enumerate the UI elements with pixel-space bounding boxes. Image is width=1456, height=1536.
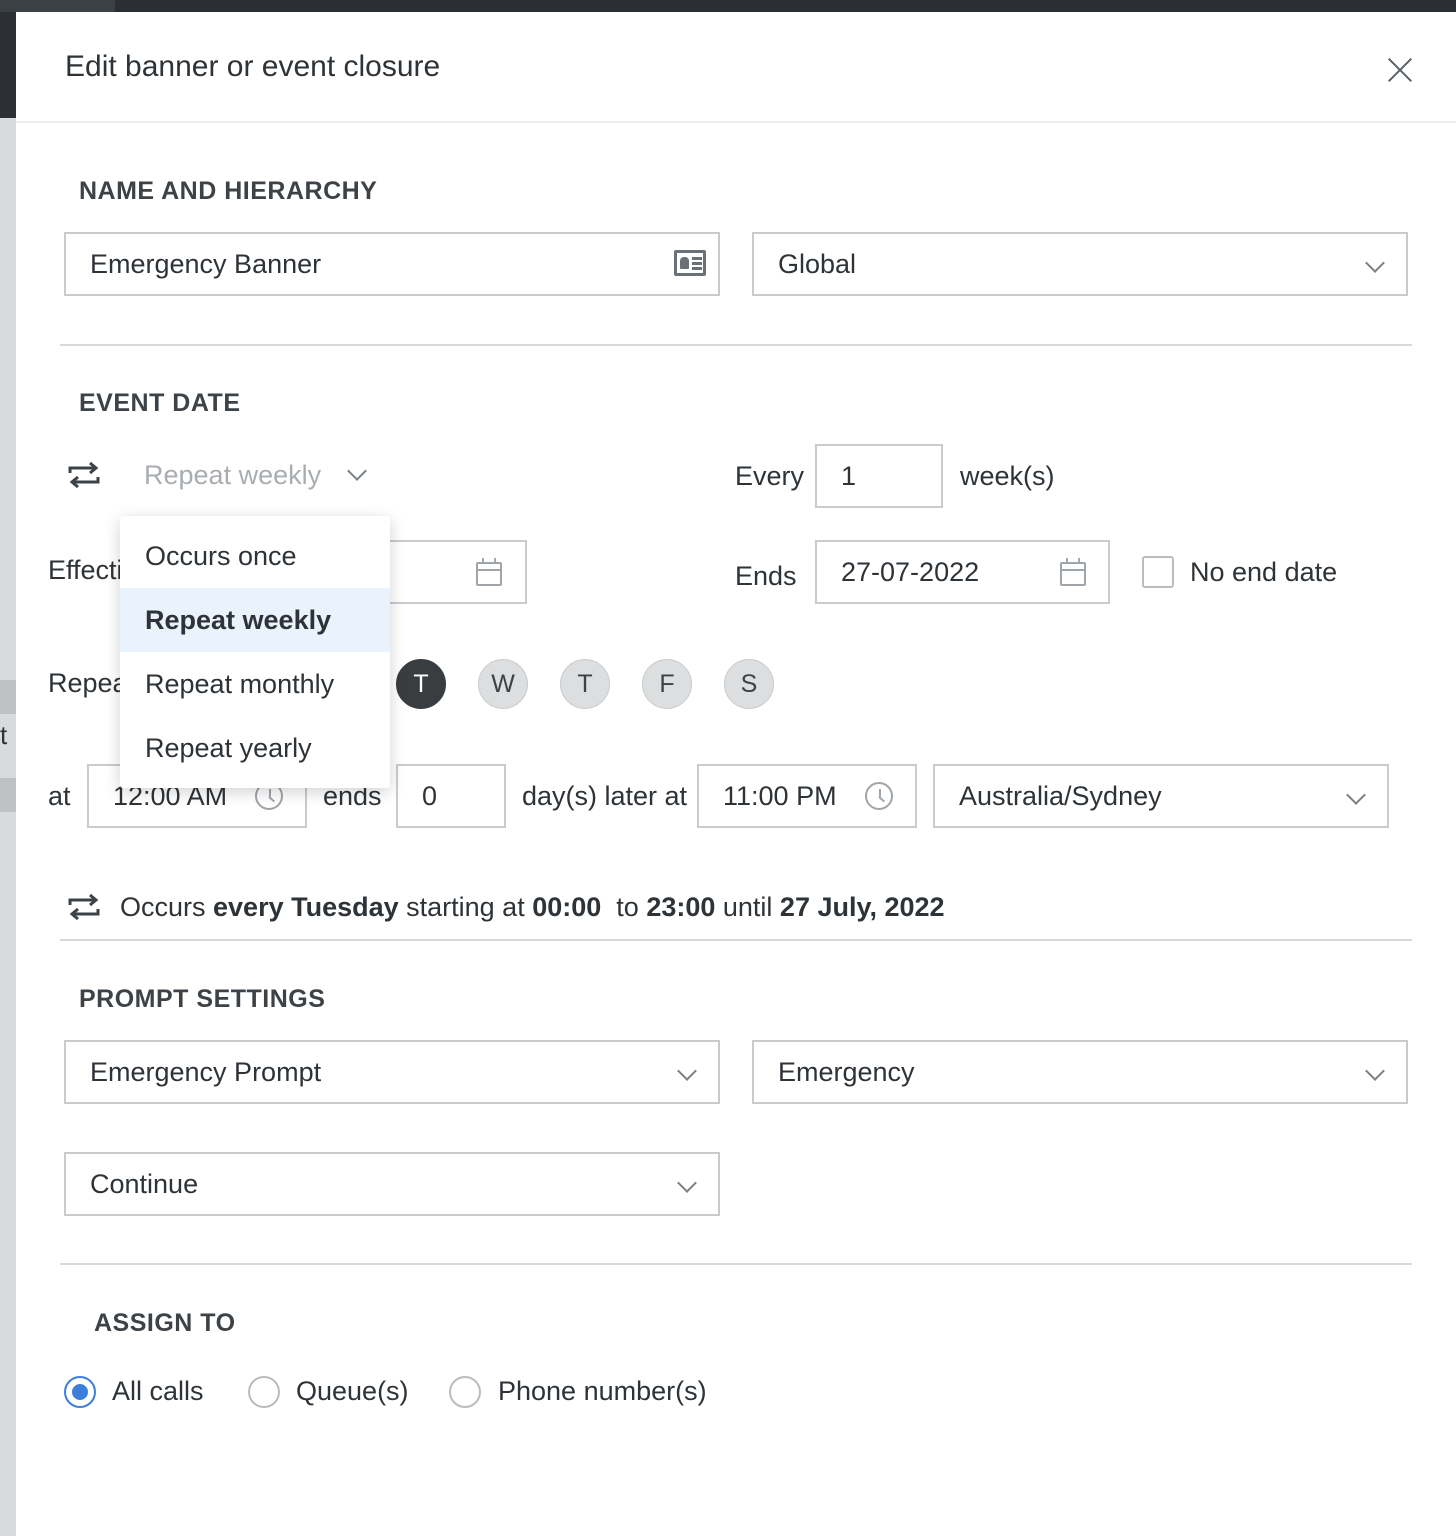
dropdown-option-repeat-monthly[interactable]: Repeat monthly [120,652,390,716]
summary-text: until [715,892,780,922]
days-later-label: day(s) later at [522,781,688,811]
summary-text: Occurs [120,892,214,922]
end-date-value: 27-07-2022 [841,557,980,587]
prompt-action-value: Continue [90,1169,199,1199]
day-toggle-tuesday[interactable]: T [396,659,446,709]
prompt-select-value: Emergency Prompt [90,1057,322,1087]
summary-day: every Tuesday [213,892,399,922]
radio-all-calls[interactable] [64,1376,96,1408]
ends-label: Ends [735,561,797,591]
chevron-down-icon [347,461,367,481]
hierarchy-select-value: Global [778,249,857,279]
background-bar [0,778,16,812]
calendar-icon [476,558,502,586]
prompt-category-value: Emergency [778,1057,915,1087]
end-time-input[interactable]: 11:00 PM [697,764,917,828]
section-title-assign-to: ASSIGN TO [94,1309,236,1337]
every-interval-input[interactable]: 1 [815,444,943,508]
summary-end-date: 27 July, 2022 [779,892,945,922]
summary-start-time: 00:00 [532,892,602,922]
prompt-select[interactable]: Emergency Prompt [64,1040,720,1104]
summary-end-time: 23:00 [646,892,716,922]
background-bar [0,680,16,714]
dropdown-option-occurs-once[interactable]: Occurs once [120,524,390,588]
day-toggle-saturday[interactable]: S [724,659,774,709]
dropdown-option-repeat-yearly[interactable]: Repeat yearly [120,716,390,780]
day-toggle-thursday[interactable]: T [560,659,610,709]
background-page-strip: t [0,12,16,1536]
repeat-select[interactable]: Repeat weekly [144,452,374,502]
section-divider [60,939,1412,941]
name-input[interactable]: Emergency Banner [64,232,720,296]
repeat-icon [68,893,100,921]
timezone-select-value: Australia/Sydney [959,781,1162,811]
timezone-select[interactable]: Australia/Sydney [933,764,1389,828]
hierarchy-select[interactable]: Global [752,232,1408,296]
section-title-event-date: EVENT DATE [79,389,241,417]
summary-text: to [601,892,647,922]
end-date-input[interactable]: 27-07-2022 [815,540,1110,604]
background-partial-text: t [0,720,8,750]
summary-text: starting at [398,892,533,922]
repeat-options-dropdown: Occurs once Repeat weekly Repeat monthly… [120,516,390,788]
chevron-down-icon [677,1061,697,1081]
prompt-category-select[interactable]: Emergency [752,1040,1408,1104]
effective-label: Effecti [48,555,123,585]
chevron-down-icon [1346,785,1366,805]
radio-phone-numbers[interactable] [449,1376,481,1408]
section-divider [60,344,1412,346]
repeat-select-value: Repeat weekly [144,460,322,490]
at-label: at [48,781,71,811]
edit-event-modal: Edit banner or event closure NAME AND HI… [16,12,1456,1536]
modal-title: Edit banner or event closure [65,50,441,83]
day-toggle-friday[interactable]: F [642,659,692,709]
prompt-action-select[interactable]: Continue [64,1152,720,1216]
background-dark-block [0,12,16,118]
days-later-value: 0 [422,781,438,811]
week-unit-label: week(s) [960,461,1055,491]
radio-label-all-calls: All calls [112,1376,204,1406]
close-icon[interactable] [1382,52,1418,88]
background-tab [0,0,115,12]
radio-queues[interactable] [248,1376,280,1408]
clock-icon [865,782,893,810]
every-label: Every [735,461,805,491]
dropdown-option-repeat-weekly[interactable]: Repeat weekly [120,588,390,652]
chevron-down-icon [677,1173,697,1193]
no-end-date-checkbox[interactable] [1142,556,1174,588]
calendar-icon [1060,558,1086,586]
radio-label-phone-numbers: Phone number(s) [498,1376,707,1406]
repeat-on-label: Repea [48,668,128,698]
recurrence-summary: Occurs every Tuesday starting at 00:00 t… [120,892,945,923]
end-time-value: 11:00 PM [723,781,837,811]
chevron-down-icon [1365,1061,1385,1081]
effective-date-input[interactable] [372,540,527,604]
section-divider [60,1263,1412,1265]
no-end-date-label: No end date [1190,557,1338,587]
radio-label-queues: Queue(s) [296,1376,409,1406]
repeat-icon [68,461,100,489]
name-input-value: Emergency Banner [90,249,322,279]
day-toggle-wednesday[interactable]: W [478,659,528,709]
contact-card-icon [674,250,706,276]
every-interval-value: 1 [841,461,857,491]
days-later-input[interactable]: 0 [396,764,506,828]
background-topbar [0,0,1456,12]
chevron-down-icon [1365,253,1385,273]
section-title-name-hierarchy: NAME AND HIERARCHY [79,177,378,205]
section-title-prompt-settings: PROMPT SETTINGS [79,985,326,1013]
modal-header: Edit banner or event closure [16,12,1456,123]
